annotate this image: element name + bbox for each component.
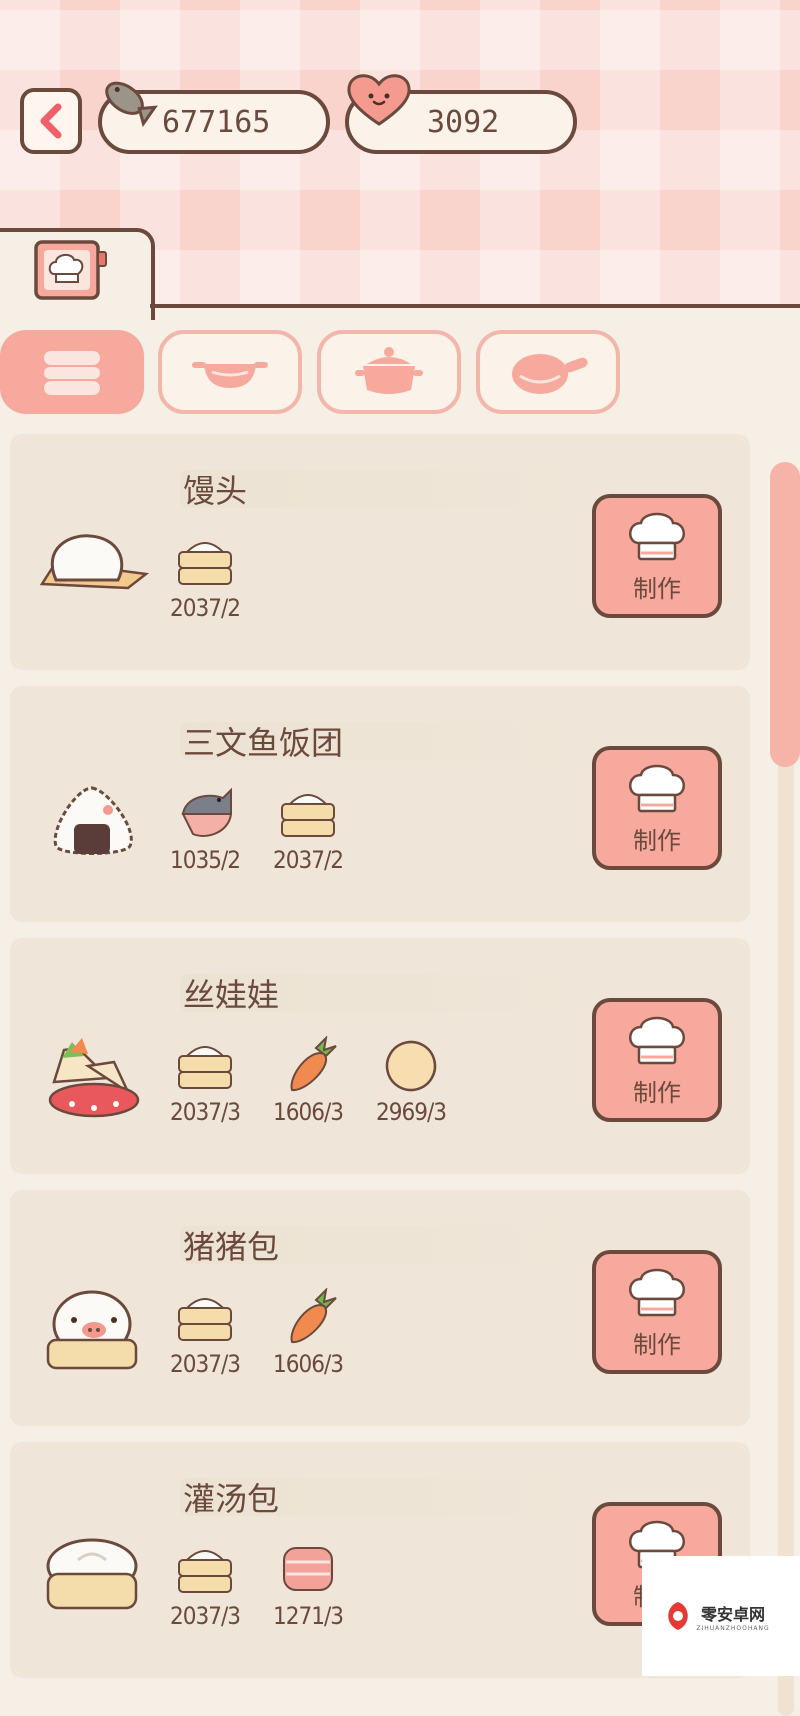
ingredient-count: 1035/2 — [170, 846, 241, 874]
recipe-name: 丝娃娃 — [183, 976, 280, 1014]
make-button[interactable]: 制作 — [592, 746, 722, 870]
ingredient-count: 2037/3 — [170, 1098, 241, 1126]
heart-icon — [347, 74, 411, 126]
chef-hat-icon — [629, 764, 685, 812]
watermark-subtitle: ZIHUANZHOOHANG — [696, 1624, 770, 1632]
make-button[interactable]: 制作 — [592, 998, 722, 1122]
category-frying-pan-button[interactable] — [476, 330, 620, 414]
flour-steamer-icon — [178, 542, 232, 585]
mantou-icon — [39, 534, 150, 590]
back-button[interactable] — [20, 88, 82, 154]
ingredient: 1271/3 — [258, 1540, 358, 1630]
make-button-label: 制作 — [633, 826, 681, 855]
panel-divider — [150, 304, 800, 308]
make-button-label: 制作 — [633, 1330, 681, 1359]
ingredient: 2037/3 — [155, 1540, 255, 1630]
fish-coin-icon — [105, 81, 158, 128]
spring-roll-icon — [48, 1038, 140, 1118]
watermark-title: 零安卓网 — [700, 1604, 765, 1624]
ingredient-count: 2037/2 — [273, 846, 344, 874]
ingredient: 2037/3 — [155, 1036, 255, 1126]
flour-steamer-icon — [178, 1550, 232, 1593]
steamer-icon — [44, 351, 100, 395]
flour-steamer-icon — [178, 1046, 232, 1089]
recipe-card: 馒头 2037/2 制作 — [10, 434, 750, 670]
wok-icon — [192, 362, 268, 388]
recipe-name: 三文鱼饭团 — [183, 724, 344, 762]
ingredient-count: 2037/3 — [170, 1350, 241, 1378]
flour-steamer-icon — [178, 1298, 232, 1341]
scrollbar-thumb[interactable] — [770, 462, 800, 767]
recipe-name: 馒头 — [183, 472, 248, 510]
salmon-icon — [181, 787, 233, 837]
soup-dumpling-icon — [46, 1538, 138, 1610]
heart-currency-value: 3092 — [427, 104, 500, 140]
recipe-card: 三文鱼饭团 1035/2 2037/2 制作 — [10, 686, 750, 922]
make-button[interactable]: 制作 — [592, 1250, 722, 1374]
category-steamer-button[interactable] — [0, 330, 144, 414]
category-pot-button[interactable] — [317, 330, 461, 414]
category-selector — [0, 330, 800, 414]
ingredient: 1606/3 — [258, 1036, 358, 1126]
chef-hat-icon — [629, 512, 685, 560]
ingredient-count: 2969/3 — [376, 1098, 447, 1126]
make-button-label: 制作 — [633, 574, 681, 603]
ingredient-count: 2037/2 — [170, 594, 241, 622]
ingredient-count: 1606/3 — [273, 1350, 344, 1378]
ingredient: 2037/2 — [258, 784, 358, 874]
chef-hat-icon — [629, 1268, 685, 1316]
carrot-icon — [290, 1288, 337, 1344]
recipe-name: 猪猪包 — [183, 1228, 280, 1266]
pot-icon — [355, 347, 423, 394]
egg-icon — [385, 1040, 437, 1092]
ingredient-count: 2037/3 — [170, 1602, 241, 1630]
recipe-book-icon — [34, 240, 107, 300]
chevron-left-icon — [40, 103, 62, 139]
recipe-card: 猪猪包 2037/3 1606/3 制作 — [10, 1190, 750, 1426]
category-wok-button[interactable] — [158, 330, 302, 414]
watermark-logo-icon — [668, 1602, 688, 1630]
onigiri-icon — [53, 786, 133, 855]
recipe-card: 丝娃娃 2037/3 1606/3 2969/3 制作 — [10, 938, 750, 1174]
ingredient-count: 1606/3 — [273, 1098, 344, 1126]
make-button-label: 制作 — [633, 1078, 681, 1107]
flour-steamer-icon — [281, 794, 335, 837]
carrot-icon — [290, 1036, 337, 1092]
meat-icon — [283, 1547, 333, 1591]
ingredient-count: 1271/3 — [273, 1602, 344, 1630]
fish-currency-value: 677165 — [162, 104, 271, 140]
recipe-card: 灌汤包 2037/3 1271/3 制作 — [10, 1442, 750, 1678]
ingredient: 1035/2 — [155, 784, 255, 874]
ingredient: 2037/2 — [155, 532, 255, 622]
recipe-name: 灌汤包 — [183, 1480, 280, 1518]
make-button[interactable]: 制作 — [592, 494, 722, 618]
ingredient: 2969/3 — [361, 1036, 461, 1126]
ingredient: 2037/3 — [155, 1288, 255, 1378]
watermark: 零安卓网 ZIHUANZHOOHANG — [642, 1556, 800, 1676]
ingredient: 1606/3 — [258, 1288, 358, 1378]
chef-hat-icon — [629, 1016, 685, 1064]
frying-pan-icon — [512, 354, 588, 394]
pig-bun-icon — [46, 1290, 138, 1370]
